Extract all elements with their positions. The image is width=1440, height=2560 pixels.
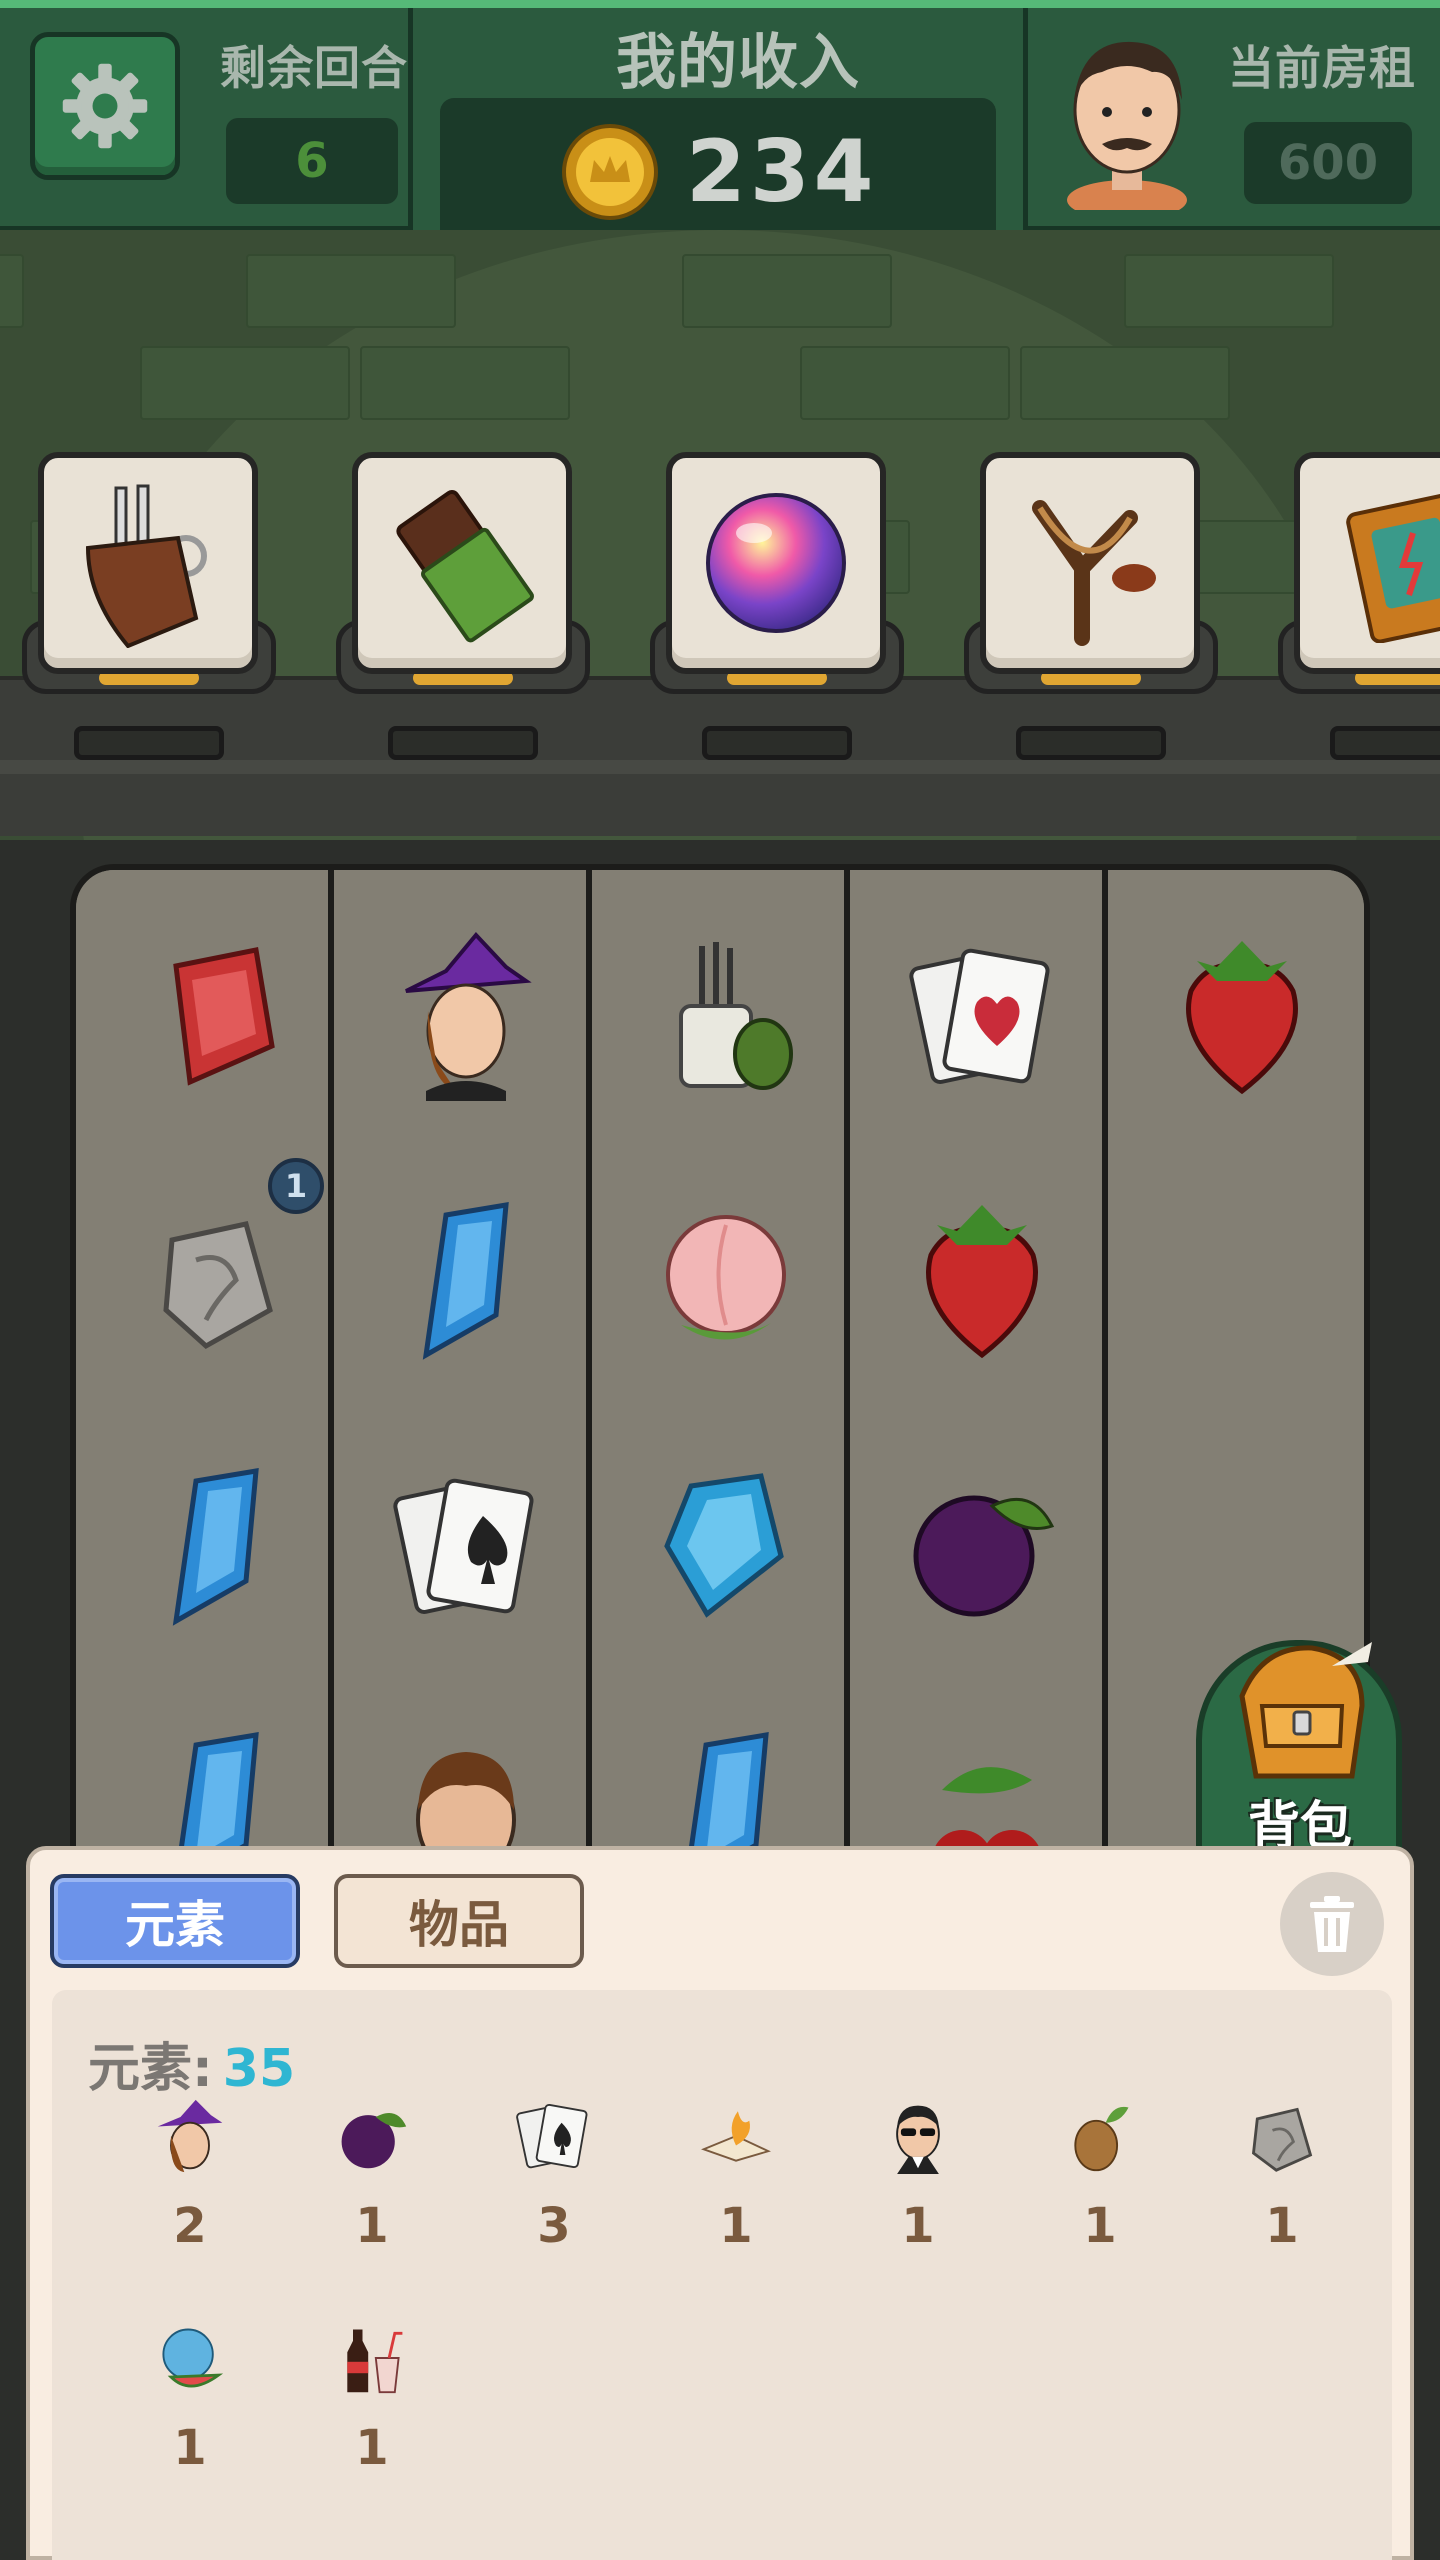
- tool-bag-icon: [85, 484, 207, 648]
- seed-icon: [1074, 2106, 1129, 2172]
- stone-tablet-icon: [1251, 2107, 1313, 2172]
- tab-items[interactable]: 物品: [334, 1874, 584, 1968]
- gear-icon: [62, 63, 148, 149]
- rounds-value: 6: [226, 118, 398, 204]
- inventory-count: 1: [1083, 2198, 1117, 2254]
- strawberry-icon: [1186, 941, 1298, 1095]
- inventory-item-sunglasses-man[interactable]: 1: [840, 2098, 980, 2298]
- trash-icon: [1310, 1896, 1354, 1952]
- spade-cards-icon: [516, 2103, 588, 2169]
- symbol-spade-cards[interactable]: [376, 1446, 556, 1646]
- symbol-blue-crystal[interactable]: [636, 1446, 816, 1646]
- symbol-strawberry[interactable]: [892, 1180, 1072, 1380]
- witch-icon: [157, 2099, 223, 2173]
- inventory-count: 3: [537, 2198, 571, 2254]
- inventory-count: 1: [719, 2198, 753, 2254]
- coin-icon: [562, 124, 658, 220]
- inventory-panel: 元素 物品 元素: 35 2 1 3 1 1 1 1 1 1: [26, 1846, 1414, 2560]
- inventory-count: 1: [355, 2420, 389, 2476]
- witch-icon: [405, 931, 532, 1101]
- game-screen: 剩余回合 6 我的收入 234 当前房租 600 1 背包 元素 物品 元素: …: [0, 0, 1440, 2560]
- symbol-stone-tablet[interactable]: [126, 1180, 306, 1380]
- showcase-item-slingshot[interactable]: [980, 452, 1200, 674]
- symbol-witch[interactable]: [376, 916, 556, 1116]
- stone-tablet-icon: [163, 1221, 273, 1350]
- showcase-item-spell-book[interactable]: [1294, 452, 1440, 674]
- symbol-brush-pot[interactable]: [636, 916, 816, 1116]
- symbol-red-gem[interactable]: [126, 916, 306, 1116]
- trash-button[interactable]: [1280, 1872, 1384, 1976]
- income-box: 234: [440, 98, 996, 246]
- blue-crystal-icon: [172, 1468, 259, 1626]
- red-gem-icon: [173, 947, 275, 1086]
- inventory-count: 1: [355, 2198, 389, 2254]
- spell-book-icon: [1346, 492, 1440, 643]
- settings-button[interactable]: [30, 32, 180, 180]
- chocolate-icon: [396, 490, 534, 643]
- inventory-count: 2: [173, 2198, 207, 2254]
- slingshot-icon: [1032, 500, 1156, 646]
- element-list: 元素: 35 2 1 3 1 1 1 1 1 1: [52, 1990, 1392, 2560]
- symbol-blue-crystal[interactable]: [376, 1180, 556, 1380]
- showcase-item-rainbow-orb[interactable]: [666, 452, 886, 674]
- top-strip: [0, 0, 1440, 8]
- inventory-item-soda[interactable]: 1: [294, 2320, 434, 2520]
- landlord-avatar: [1067, 41, 1187, 210]
- element-count-label: 元素:: [88, 2039, 213, 2099]
- strawberry-icon: [926, 1205, 1038, 1359]
- heart-cards-icon: [909, 948, 1050, 1084]
- symbol-peach[interactable]: [636, 1180, 816, 1380]
- peach-icon: [666, 1215, 786, 1340]
- inventory-item-flame-scroll[interactable]: 1: [658, 2098, 798, 2298]
- symbol-plum[interactable]: [892, 1446, 1072, 1646]
- element-count-value: 35: [222, 2039, 296, 2099]
- brush-pot-icon: [679, 942, 793, 1090]
- showcase-item-tool-bag[interactable]: [38, 452, 258, 674]
- count-bubble: 1: [268, 1158, 324, 1214]
- rent-label: 当前房租: [1228, 41, 1416, 95]
- inventory-item-seed[interactable]: 1: [1022, 2098, 1162, 2298]
- inventory-count: 1: [901, 2198, 935, 2254]
- symbol-heart-cards[interactable]: [892, 916, 1072, 1116]
- blue-crystal-icon: [664, 1473, 784, 1618]
- income-value: 234: [686, 122, 878, 222]
- rounds-label: 剩余回合: [220, 41, 408, 95]
- inventory-item-watermelon[interactable]: 1: [112, 2320, 252, 2520]
- income-label: 我的收入: [616, 28, 860, 98]
- showcase-item-chocolate[interactable]: [352, 452, 572, 674]
- symbol-strawberry[interactable]: [1152, 916, 1332, 1116]
- element-count: 元素: 35: [88, 2026, 295, 2101]
- flame-scroll-icon: [701, 2111, 771, 2162]
- slot-board: 1: [70, 864, 1370, 1884]
- inventory-item-plum[interactable]: 1: [294, 2098, 434, 2298]
- soda-icon: [347, 2329, 403, 2394]
- inventory-count: 1: [173, 2420, 207, 2476]
- rent-value: 600: [1244, 122, 1412, 204]
- plum-icon: [341, 2112, 407, 2169]
- tab-elements[interactable]: 元素: [50, 1874, 300, 1968]
- backpack-icon: [1239, 1642, 1372, 1779]
- watermelon-icon: [162, 2328, 224, 2388]
- plum-icon: [913, 1495, 1055, 1617]
- inventory-item-spade-cards[interactable]: 3: [476, 2098, 616, 2298]
- sunglasses-man-icon: [896, 2105, 940, 2174]
- inventory-count: 1: [1265, 2198, 1299, 2254]
- inventory-item-stone-tablet[interactable]: 1: [1204, 2098, 1344, 2298]
- rainbow-orb-icon: [706, 493, 846, 633]
- symbol-blue-crystal[interactable]: [126, 1446, 306, 1646]
- spade-cards-icon: [393, 1478, 534, 1614]
- inventory-item-witch[interactable]: 2: [112, 2098, 252, 2298]
- blue-crystal-icon: [422, 1202, 509, 1360]
